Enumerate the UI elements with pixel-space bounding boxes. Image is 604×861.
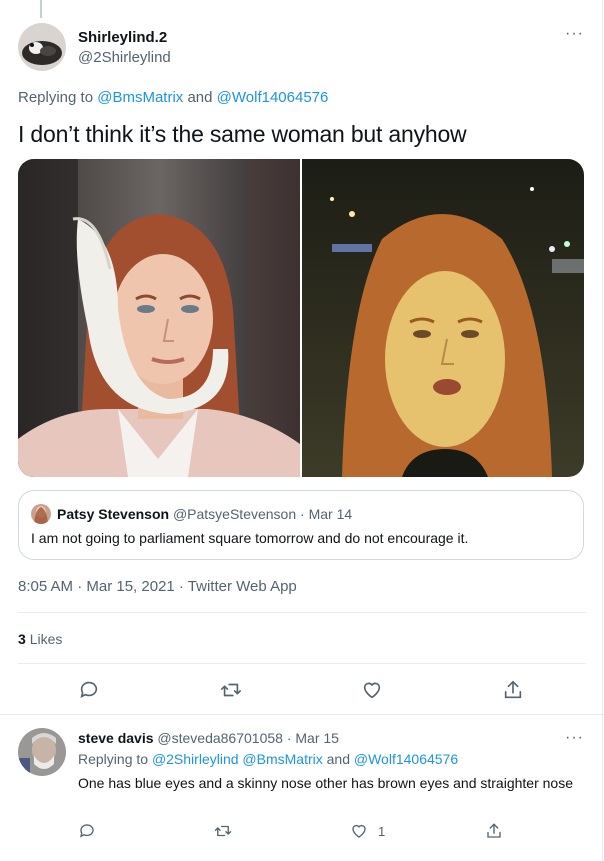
quoted-header: Patsy Stevenson @PatsyeStevenson · Mar 1… (57, 506, 352, 522)
replying-to-user-link[interactable]: @BmsMatrix (97, 89, 183, 106)
reply-share-icon[interactable] (485, 822, 503, 840)
reply-display-name[interactable]: steve davis (78, 730, 154, 746)
like-icon[interactable] (361, 679, 383, 701)
reply-like-icon[interactable] (350, 822, 368, 840)
replying-to-and: and (187, 89, 213, 106)
reply-replying-user-link[interactable]: @Wolf14064576 (354, 751, 458, 767)
author-avatar[interactable] (18, 23, 66, 71)
tweet-photo-1[interactable] (18, 159, 300, 477)
quoted-author-avatar (31, 504, 51, 524)
reply-header: steve davis @steveda86701058 · Mar 15 (78, 730, 339, 746)
reply-like-count: 1 (378, 824, 386, 839)
quoted-display-name: Patsy Stevenson (57, 506, 170, 522)
reply-replying-users-link[interactable]: @2Shirleylind @BmsMatrix (152, 751, 323, 767)
reply-icon[interactable] (78, 679, 100, 701)
share-icon[interactable] (502, 679, 524, 701)
reply-replying-to-line: Replying to @2Shirleylind @BmsMatrix and… (78, 751, 458, 767)
divider (18, 663, 586, 664)
quoted-date: · Mar 14 (300, 506, 353, 522)
quoted-handle: @PatsyeStevenson (172, 506, 297, 522)
quoted-tweet-card[interactable]: Patsy Stevenson @PatsyeStevenson · Mar 1… (18, 490, 584, 560)
reply-more-options-icon[interactable]: ··· (565, 729, 584, 747)
tweet-photo-2[interactable] (302, 159, 584, 477)
reply-replying-and: and (326, 751, 350, 767)
reply-date[interactable]: · Mar 15 (287, 730, 339, 746)
reply-author-avatar[interactable] (18, 728, 66, 776)
more-options-icon[interactable]: ··· (565, 25, 584, 43)
retweet-icon[interactable] (220, 679, 242, 701)
author-handle[interactable]: @2Shirleylind (78, 49, 171, 66)
quoted-text: I am not going to parliament square tomo… (31, 530, 469, 546)
replying-to-prefix: Replying to (18, 89, 94, 106)
thread-connector-line (40, 0, 42, 18)
likes-label: Likes (29, 631, 63, 647)
reply-reply-icon[interactable] (78, 822, 96, 840)
divider (0, 714, 604, 715)
reply-replying-prefix: Replying to (78, 751, 149, 767)
reply-retweet-icon[interactable] (214, 822, 232, 840)
reply-text: One has blue eyes and a skinny nose othe… (78, 775, 573, 791)
tweet-timestamp-source[interactable]: 8:05 AM · Mar 15, 2021 · Twitter Web App (18, 578, 297, 595)
likes-stat[interactable]: 3 Likes (18, 631, 62, 647)
replying-to-user-link[interactable]: @Wolf14064576 (217, 89, 329, 106)
likes-count: 3 (18, 631, 26, 647)
tweet-text: I don’t think it’s the same woman but an… (18, 121, 467, 147)
divider (18, 612, 586, 613)
author-display-name[interactable]: Shirleylind.2 (78, 29, 167, 46)
reply-handle[interactable]: @steveda86701058 (157, 730, 283, 746)
replying-to-line: Replying to @BmsMatrix and @Wolf14064576 (18, 89, 328, 106)
